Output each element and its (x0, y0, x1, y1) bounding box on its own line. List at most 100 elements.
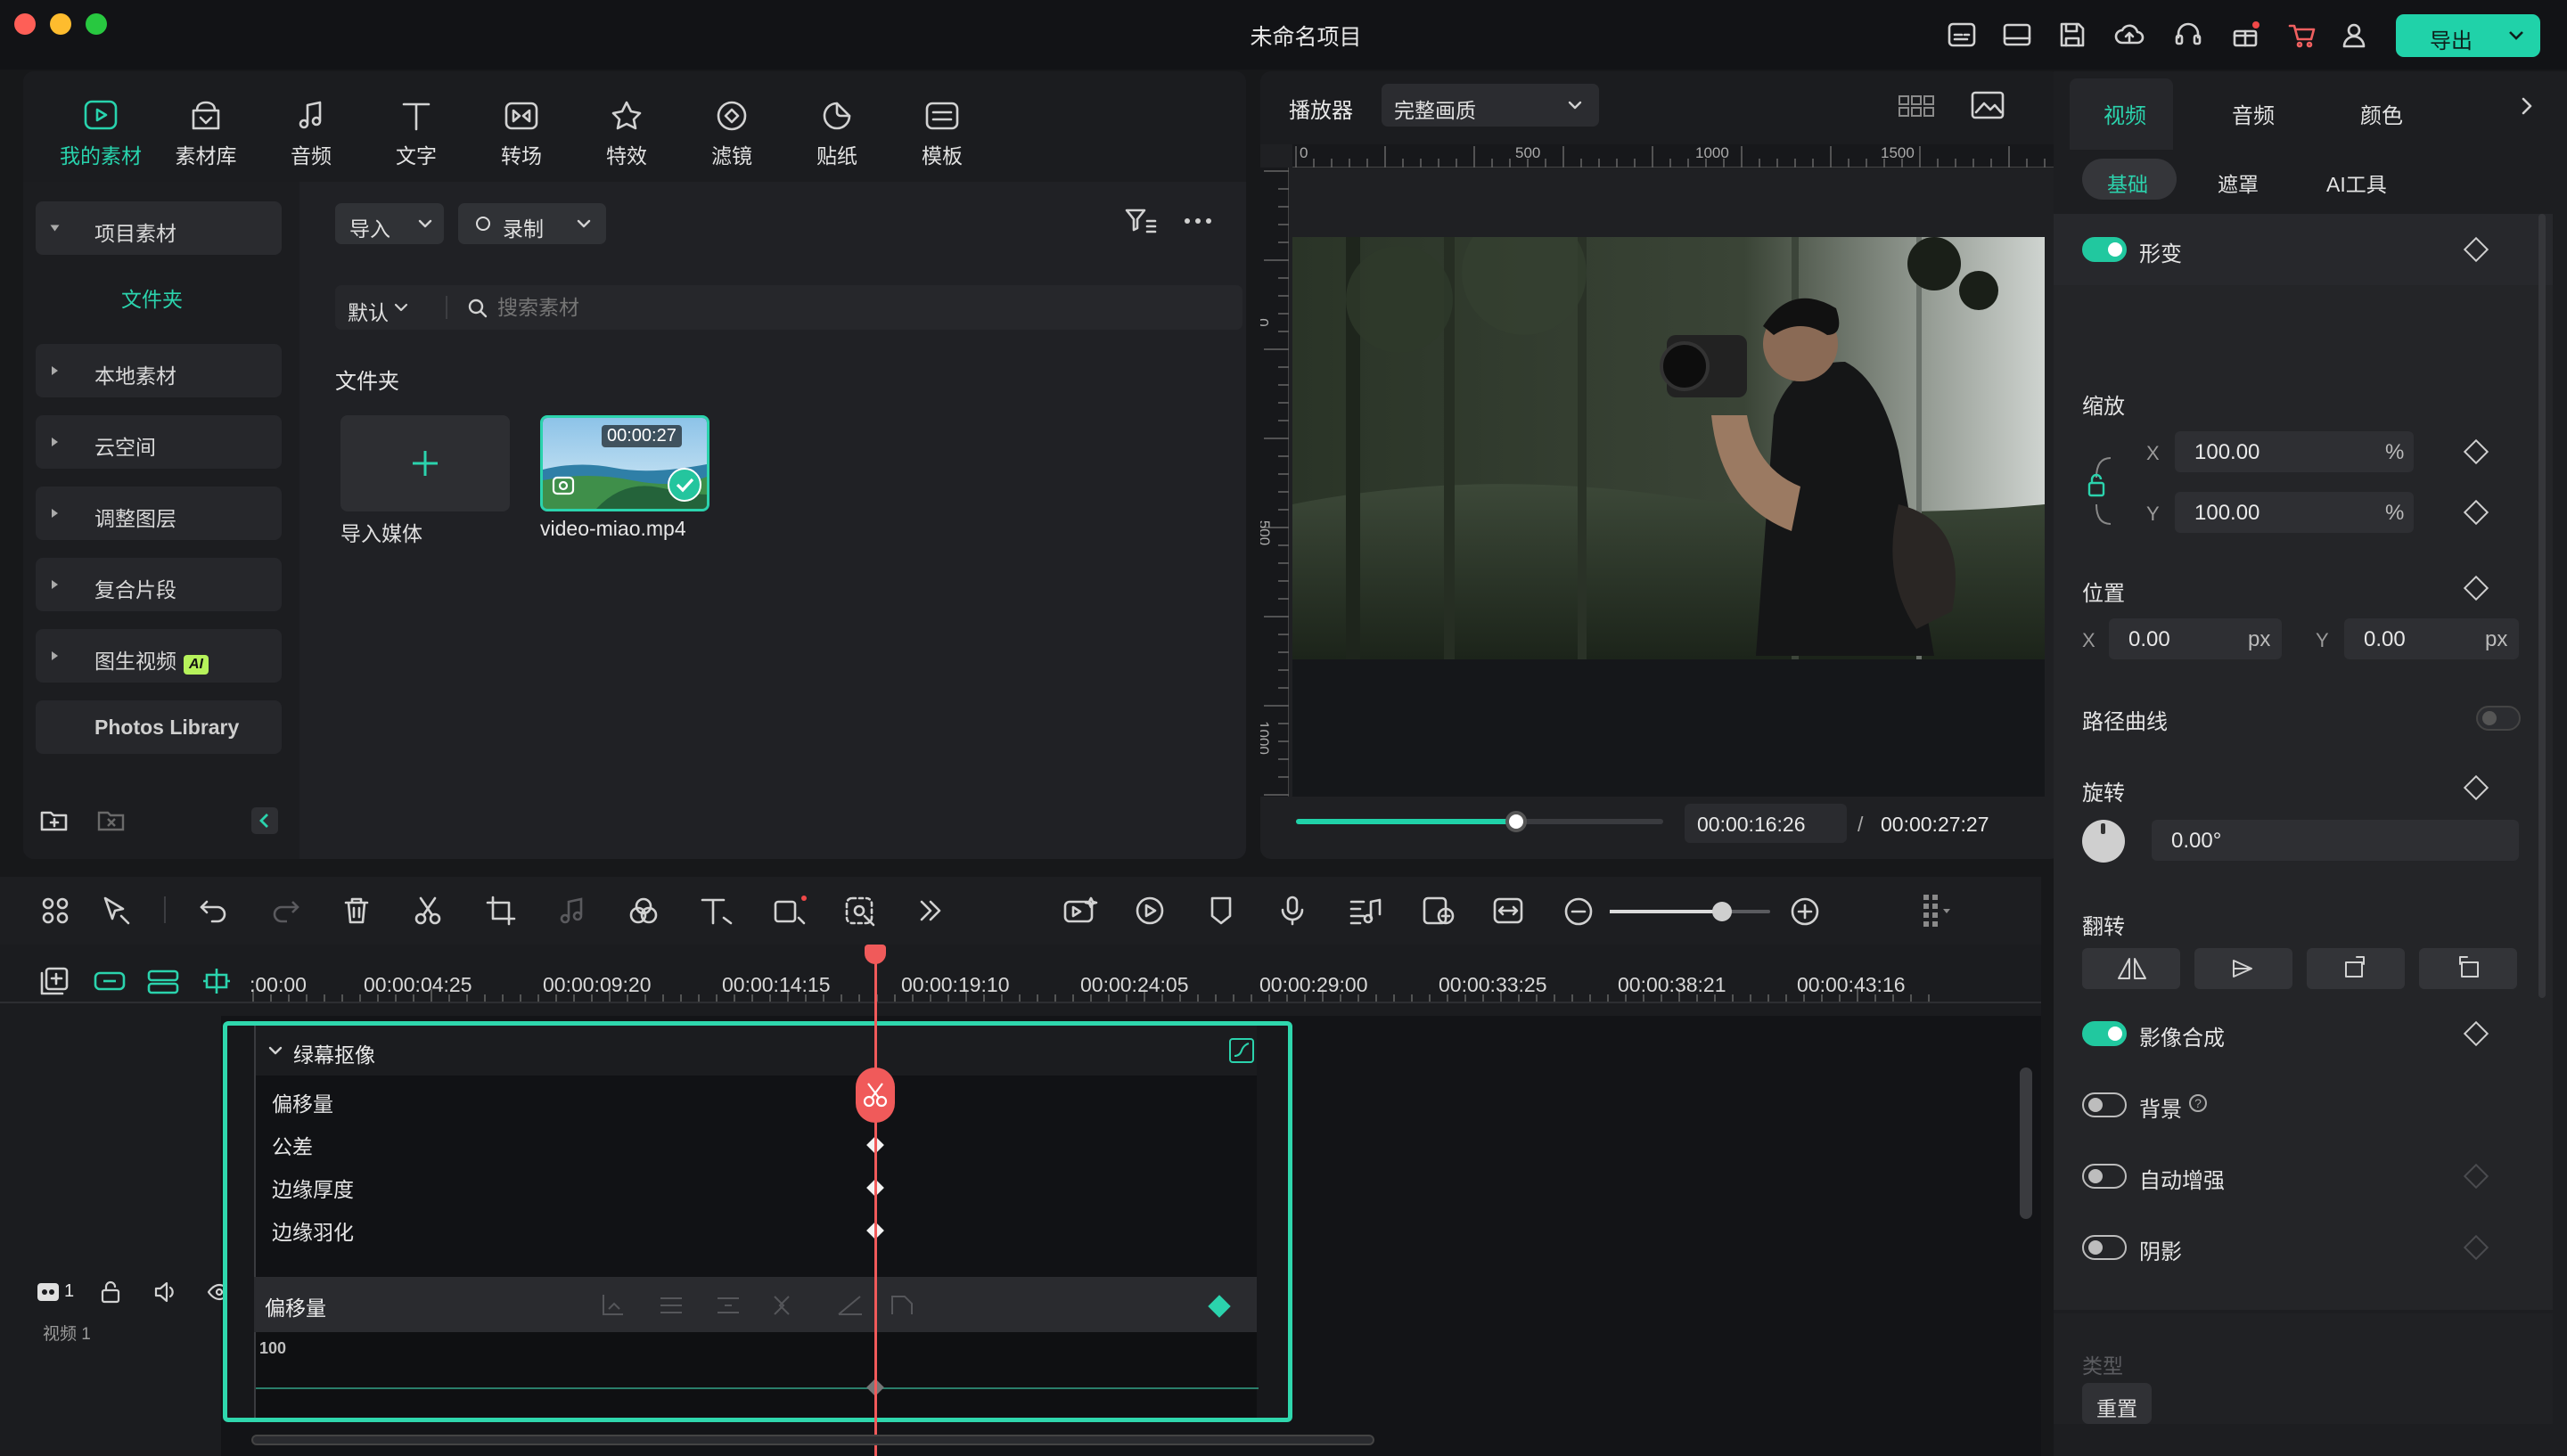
import-media-tile[interactable] (340, 415, 510, 511)
grid-view-icon[interactable] (1897, 91, 1936, 121)
magnetic-icon[interactable] (146, 966, 180, 996)
sidebar-item-folder[interactable]: 文件夹 (121, 282, 183, 313)
sidebar-item-cloud[interactable]: 云空间 (36, 415, 282, 469)
rotation-dial[interactable] (2082, 820, 2125, 863)
transform-toggle[interactable] (2082, 237, 2127, 262)
snap-icon[interactable] (200, 966, 234, 996)
record-dropdown[interactable]: 录制 (458, 203, 606, 244)
lock-icon[interactable] (98, 1280, 123, 1305)
audio-beat-icon[interactable] (1348, 895, 1383, 927)
redo-icon[interactable] (269, 895, 301, 927)
save-icon[interactable] (2055, 18, 2089, 52)
tab-stock-library[interactable]: 素材库 (157, 98, 255, 169)
interpolation-icons[interactable] (600, 1291, 796, 1318)
new-folder-icon[interactable] (39, 806, 70, 832)
speed-icon[interactable] (1134, 895, 1166, 927)
close-window-button[interactable] (14, 13, 36, 35)
crop-icon[interactable] (485, 895, 517, 927)
current-time-display[interactable]: 00:00:16:26 (1685, 804, 1847, 843)
undo-icon[interactable] (198, 895, 230, 927)
tab-effects[interactable]: 特效 (578, 98, 676, 169)
cart-icon[interactable] (2285, 18, 2319, 52)
more-layout-icon[interactable] (1916, 891, 1952, 930)
zoom-slider[interactable] (1610, 902, 1770, 921)
audio-tool-icon[interactable] (556, 895, 588, 927)
subtitle-icon[interactable] (1945, 18, 1979, 52)
keyframe-icon[interactable] (2463, 774, 2489, 801)
auto-highlight-icon[interactable] (1062, 895, 1098, 927)
sidebar-item-compound-clip[interactable]: 复合片段 (36, 558, 282, 611)
export-button[interactable]: 导出 (2396, 14, 2540, 57)
cloud-upload-icon[interactable] (2112, 18, 2146, 52)
position-y-input[interactable]: 0.00 px (2344, 618, 2519, 659)
tab-color[interactable]: 颜色 (2360, 98, 2403, 129)
keyframe-icon[interactable] (2463, 438, 2489, 465)
playback-progress-track[interactable] (1296, 811, 1663, 832)
composite-toggle[interactable] (2082, 1021, 2127, 1046)
text-tool-icon[interactable] (699, 895, 734, 927)
more-tools-icon[interactable] (914, 895, 947, 927)
green-screen-clip[interactable]: 绿幕抠像 偏移量 100 (223, 1021, 1292, 1422)
keyframe-icon[interactable] (2463, 1020, 2489, 1047)
collapse-sidebar-button[interactable] (251, 807, 278, 834)
sort-dropdown[interactable]: 默认 (348, 296, 389, 326)
tab-template[interactable]: 模板 (893, 98, 991, 169)
color-tool-icon[interactable] (627, 895, 660, 927)
remove-folder-icon[interactable] (96, 806, 127, 832)
import-dropdown[interactable]: 导入 (335, 203, 444, 244)
keyframe-icon[interactable] (2463, 236, 2489, 263)
zoom-in-icon[interactable] (1790, 896, 1820, 927)
subtab-ai-tools[interactable]: AI工具 (2326, 168, 2387, 198)
volume-icon[interactable] (153, 1280, 178, 1305)
more-options-icon[interactable] (1180, 205, 1216, 237)
clip-thumbnail[interactable]: 00:00:27 (540, 415, 709, 511)
filter-sort-icon[interactable] (1123, 205, 1159, 237)
zoom-slider-handle[interactable] (1712, 902, 1732, 921)
search-input[interactable] (497, 290, 943, 324)
rotate-cw-button[interactable] (2307, 948, 2405, 989)
tab-audio[interactable]: 音频 (262, 98, 360, 169)
graph-curve[interactable] (256, 1387, 1259, 1389)
sidebar-item-photos-library[interactable]: Photos Library (36, 700, 282, 754)
path-curve-toggle[interactable] (2476, 706, 2521, 731)
sidebar-item-local-media[interactable]: 本地素材 (36, 344, 282, 397)
timeline-horizontal-scrollbar[interactable] (251, 1435, 1374, 1445)
marker-icon[interactable] (1205, 895, 1237, 927)
shape-tool-icon[interactable] (772, 895, 808, 927)
add-track-icon[interactable] (39, 966, 70, 996)
link-clips-icon[interactable] (93, 966, 127, 996)
clip-replace-icon[interactable] (1421, 895, 1456, 927)
rotation-input[interactable]: 0.00° (2152, 820, 2519, 861)
playback-progress-handle[interactable] (1505, 811, 1528, 832)
sidebar-item-project-media[interactable]: 项目素材 (36, 201, 282, 255)
flip-vertical-button[interactable] (2194, 948, 2292, 989)
tab-text[interactable]: 文字 (367, 98, 465, 169)
graph-toggle-icon[interactable] (1229, 1038, 1254, 1063)
headset-icon[interactable] (2171, 18, 2205, 52)
quality-dropdown[interactable]: 完整画质 (1382, 84, 1599, 127)
auto-enhance-toggle[interactable] (2082, 1164, 2127, 1189)
keyframe-icon[interactable] (2463, 1163, 2489, 1190)
layout-icon[interactable] (2000, 18, 2034, 52)
chevron-down-icon[interactable] (2506, 25, 2526, 45)
gift-icon[interactable] (2228, 18, 2262, 52)
tab-my-media[interactable]: 我的素材 (52, 98, 150, 169)
tab-transition[interactable]: 转场 (472, 98, 570, 169)
inspector-scrollbar[interactable] (2538, 214, 2546, 998)
sidebar-item-adjustment-layer[interactable]: 调整图层 (36, 487, 282, 540)
delete-icon[interactable] (340, 895, 373, 927)
tab-audio[interactable]: 音频 (2232, 98, 2275, 129)
image-quality-icon[interactable] (1970, 89, 2005, 121)
graph-keyframe-icon[interactable] (1208, 1295, 1231, 1318)
tab-filter[interactable]: 滤镜 (683, 98, 781, 169)
maximize-window-button[interactable] (86, 13, 107, 35)
microphone-icon[interactable] (1276, 895, 1308, 927)
scale-y-input[interactable]: 100.00 % (2175, 492, 2414, 533)
scale-x-input[interactable]: 100.00 % (2175, 431, 2414, 472)
lock-ratio-icon[interactable] (2086, 451, 2118, 540)
flip-horizontal-button[interactable] (2082, 948, 2180, 989)
fit-timeline-icon[interactable] (1492, 895, 1524, 927)
split-scissors-icon[interactable] (412, 895, 444, 927)
keyframe-icon[interactable] (2463, 499, 2489, 526)
rotate-ccw-button[interactable] (2419, 948, 2517, 989)
